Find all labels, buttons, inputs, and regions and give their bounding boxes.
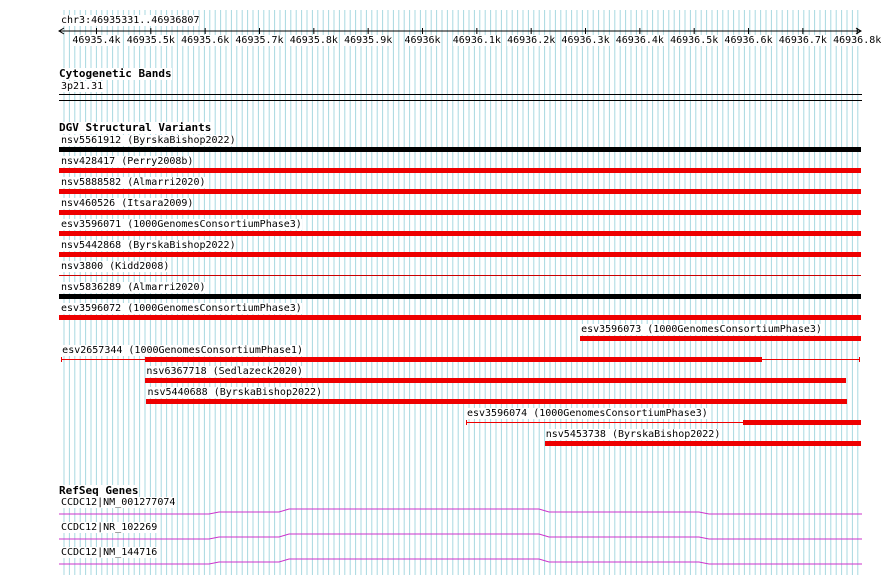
ruler-tick-label: 46935.6k	[181, 35, 230, 46]
refseq-gene-model[interactable]	[59, 508, 862, 516]
dgv-feature-label[interactable]: esv3596071 (1000GenomesConsortiumPhase3)	[61, 219, 302, 230]
dgv-feature-endcap	[858, 357, 860, 362]
dgv-feature-bar[interactable]	[59, 210, 861, 215]
dgv-feature-label[interactable]: esv3596073 (1000GenomesConsortiumPhase3)	[581, 324, 822, 335]
dgv-feature-bar[interactable]	[59, 252, 861, 257]
dgv-feature-bar[interactable]	[580, 336, 861, 341]
refseq-gene-model[interactable]	[59, 533, 862, 541]
ruler-tick-label: 46935.7k	[235, 35, 284, 46]
dgv-feature-bar[interactable]	[59, 147, 861, 152]
dgv-feature-label[interactable]: nsv5453738 (ByrskaBishop2022)	[545, 429, 721, 440]
cytoband-track-title[interactable]: Cytogenetic Bands	[59, 68, 172, 80]
ruler-tick-label: 46935.5k	[126, 35, 175, 46]
refseq-gene-label[interactable]: CCDC12|NM_001277074	[61, 497, 176, 508]
ruler-tick-label: 46936k	[404, 35, 441, 46]
dgv-feature-label[interactable]: nsv428417 (Perry2008b)	[61, 156, 194, 167]
cytoband-label: 3p21.31	[61, 81, 104, 92]
dgv-feature-label[interactable]: esv3596072 (1000GenomesConsortiumPhase3)	[61, 303, 302, 314]
refseq-gene-model[interactable]	[59, 558, 862, 566]
ruler-tick-label: 46935.9k	[344, 35, 393, 46]
dgv-track-title[interactable]: DGV Structural Variants	[59, 122, 212, 134]
dgv-feature-bar[interactable]	[146, 399, 848, 404]
dgv-feature-bar[interactable]	[59, 168, 861, 173]
dgv-feature-bar[interactable]	[544, 441, 861, 446]
ruler-tick-label: 46936.7k	[778, 35, 827, 46]
dgv-feature-bar[interactable]	[59, 231, 861, 236]
dgv-feature-label[interactable]: nsv460526 (Itsara2009)	[61, 198, 194, 209]
ruler-tick-label: 46935.8k	[289, 35, 338, 46]
dgv-feature-bar[interactable]	[743, 420, 861, 425]
dgv-feature-label[interactable]: nsv6367718 (Sedlazeck2020)	[146, 366, 303, 377]
dgv-feature-label[interactable]: nsv5442868 (ByrskaBishop2022)	[61, 240, 236, 251]
dgv-feature-label[interactable]: nsv5836289 (Almarri2020)	[61, 282, 206, 293]
ruler-tick-label: 46936.6k	[724, 35, 773, 46]
ruler-tick-label: 46936.4k	[615, 35, 664, 46]
dgv-feature-label[interactable]: nsv5440688 (ByrskaBishop2022)	[147, 387, 323, 398]
dgv-feature-label[interactable]: nsv5561912 (ByrskaBishop2022)	[61, 135, 236, 146]
dgv-feature-bar[interactable]	[59, 189, 861, 194]
refseq-gene-label[interactable]: CCDC12|NR_102269	[61, 522, 158, 533]
dgv-feature-bar[interactable]	[145, 378, 847, 383]
dgv-feature-endcap	[465, 420, 467, 425]
dgv-feature-label[interactable]: esv2657344 (1000GenomesConsortiumPhase1)	[62, 345, 303, 356]
dgv-feature-bar[interactable]	[59, 275, 861, 276]
ruler-tick-label: 46936.3k	[561, 35, 610, 46]
dgv-feature-label[interactable]: nsv3800 (Kidd2008)	[61, 261, 170, 272]
ruler-tick-label: 46936.5k	[670, 35, 719, 46]
dgv-feature-label[interactable]: nsv5888582 (Almarri2020)	[61, 177, 206, 188]
genome-browser-view: chr3:46935331..46936807 46935.4k 46935.5k…	[0, 0, 890, 575]
track-divider	[59, 100, 862, 101]
ruler-tick-label: 46936.1k	[452, 35, 501, 46]
dgv-feature-label[interactable]: esv3596074 (1000GenomesConsortiumPhase3)	[466, 408, 708, 419]
ruler-tick-label: 46936.2k	[507, 35, 556, 46]
dgv-feature-bar[interactable]	[59, 294, 861, 299]
dgv-feature-bar[interactable]	[59, 315, 861, 320]
refseq-track-title[interactable]: RefSeq Genes	[59, 485, 139, 497]
ruler-tick-label: 46936.8k	[833, 35, 882, 46]
dgv-feature-endcap	[61, 357, 63, 362]
dgv-feature-bar[interactable]	[145, 357, 763, 362]
ruler-tick-label: 46935.4k	[72, 35, 121, 46]
refseq-gene-label[interactable]: CCDC12|NM_144716	[61, 547, 158, 558]
cytoband-band[interactable]	[59, 94, 862, 95]
